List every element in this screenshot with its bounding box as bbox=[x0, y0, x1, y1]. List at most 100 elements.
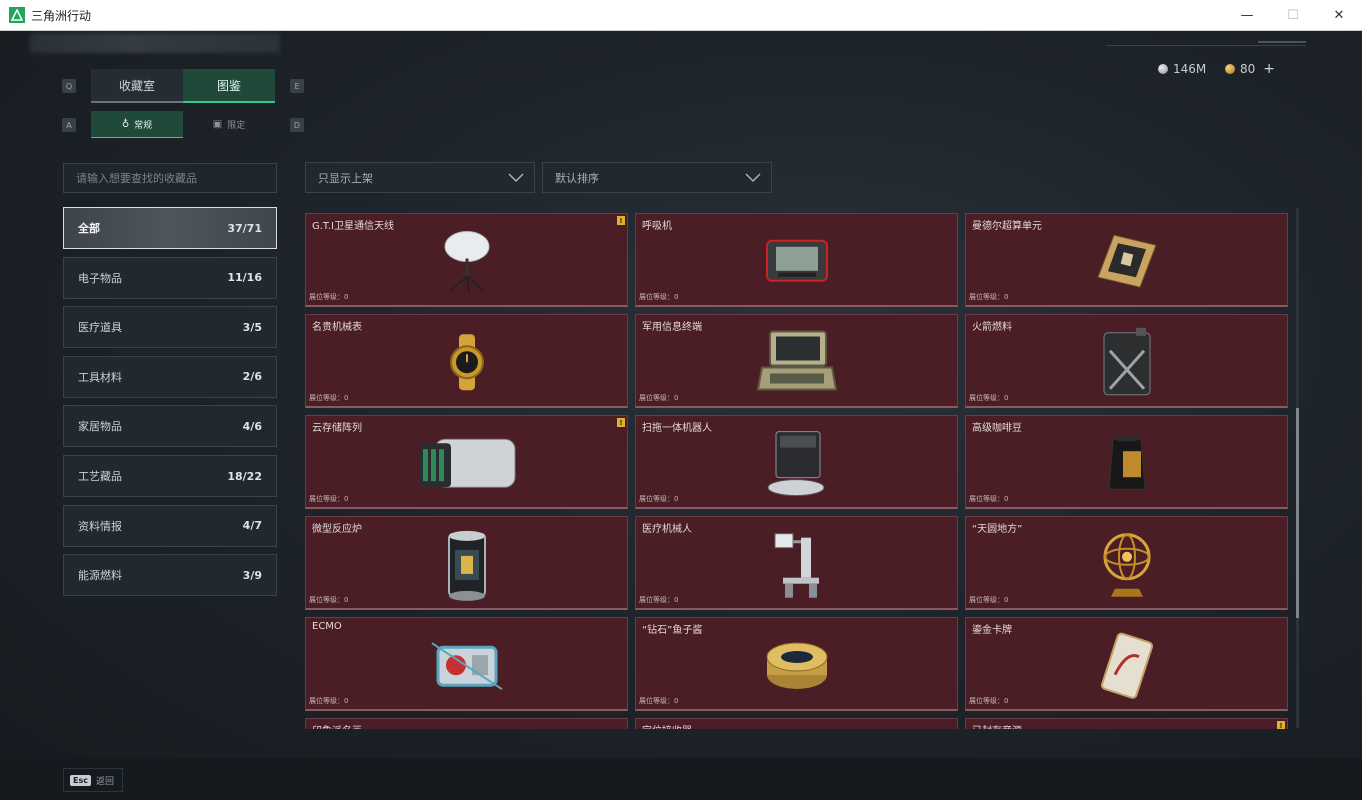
header-divider bbox=[1106, 45, 1306, 46]
collection-card[interactable]: 已封存音源!展位等级：0 bbox=[965, 718, 1288, 729]
category-item[interactable]: 医疗道具 3/5 bbox=[63, 306, 277, 349]
military-terminal-icon bbox=[756, 329, 838, 399]
sort-dropdown[interactable]: 默认排序 bbox=[542, 162, 772, 193]
collection-card[interactable]: 名贵机械表展位等级：0 bbox=[305, 314, 628, 408]
category-item[interactable]: 电子物品 11/16 bbox=[63, 256, 277, 299]
grid-scrollbar-thumb[interactable] bbox=[1296, 408, 1299, 618]
category-label: 工具材料 bbox=[78, 370, 122, 384]
collection-card[interactable]: 微型反应炉展位等级：0 bbox=[305, 516, 628, 610]
category-label: 电子物品 bbox=[78, 271, 122, 285]
booth-level: 展位等级：0 bbox=[309, 596, 349, 604]
collection-card[interactable]: ECMO 展位等级：0 bbox=[305, 617, 628, 711]
add-currency-button[interactable]: + bbox=[1263, 61, 1275, 77]
back-button[interactable]: Esc 返回 bbox=[63, 768, 123, 792]
category-count: 4/7 bbox=[242, 519, 262, 533]
collection-card[interactable]: 高级咖啡豆 展位等级：0 bbox=[965, 415, 1288, 509]
item-name: 微型反应炉 bbox=[312, 524, 362, 535]
collection-card[interactable]: 鎏金卡牌展位等级：0 bbox=[965, 617, 1288, 711]
coffee-bag-icon bbox=[1107, 433, 1147, 497]
item-name: G.T.I卫星通信天线 bbox=[312, 221, 394, 232]
category-label: 资料情报 bbox=[78, 519, 122, 533]
booth-level: 展位等级：0 bbox=[969, 293, 1009, 301]
category-count: 18/22 bbox=[227, 469, 262, 483]
booth-level: 展位等级：0 bbox=[969, 697, 1009, 705]
booth-level: 展位等级：0 bbox=[639, 293, 679, 301]
category-count: 4/6 bbox=[242, 419, 262, 433]
category-label: 家居物品 bbox=[78, 420, 122, 434]
item-name: 定位接收器 bbox=[642, 722, 692, 729]
close-button[interactable]: ✕ bbox=[1316, 0, 1362, 31]
category-item[interactable]: 全部 37/71 bbox=[63, 207, 277, 249]
category-item[interactable]: 家居物品 4/6 bbox=[63, 405, 277, 448]
image-icon: ▣ bbox=[212, 119, 223, 130]
warning-badge-icon: ! bbox=[1277, 721, 1285, 729]
collection-card[interactable]: 呼吸机展位等级：0 bbox=[635, 213, 958, 307]
reactor-icon bbox=[441, 527, 493, 605]
collection-card[interactable]: “天圆地方” 展位等级：0 bbox=[965, 516, 1288, 610]
booth-level: 展位等级：0 bbox=[309, 394, 349, 402]
item-name: 扫拖一体机器人 bbox=[642, 423, 712, 434]
item-name: “钻石”鱼子酱 bbox=[642, 625, 703, 636]
collection-card[interactable]: 军用信息终端 展位等级：0 bbox=[635, 314, 958, 408]
tab-catalog[interactable]: 图鉴 bbox=[183, 69, 275, 103]
minimize-button[interactable]: — bbox=[1224, 0, 1270, 31]
game-viewport: 146M 80 + Q E 收藏室 图鉴 A D ♁ 常规 ▣ 限定 只显示上架… bbox=[0, 31, 1362, 800]
chevron-down-icon bbox=[745, 172, 761, 182]
booth-level: 展位等级：0 bbox=[639, 495, 679, 503]
tab-collection-room[interactable]: 收藏室 bbox=[91, 69, 183, 103]
item-name: ECMO bbox=[312, 621, 342, 632]
ecmo-machine-icon bbox=[430, 635, 504, 699]
category-item[interactable]: 工具材料 2/6 bbox=[63, 355, 277, 398]
collection-card[interactable]: 医疗机械人 展位等级：0 bbox=[635, 516, 958, 610]
search-input[interactable] bbox=[63, 163, 277, 193]
caviar-tin-icon bbox=[764, 637, 830, 697]
blurred-header bbox=[30, 33, 280, 53]
category-count: 3/9 bbox=[242, 568, 262, 582]
esc-key-badge: Esc bbox=[70, 774, 91, 786]
currency-gold: 80 + bbox=[1225, 61, 1275, 77]
category-label: 能源燃料 bbox=[78, 569, 122, 583]
category-count: 2/6 bbox=[242, 370, 262, 384]
item-name: 曼德尔超算单元 bbox=[972, 221, 1042, 232]
item-name: 已封存音源 bbox=[972, 722, 1022, 729]
storage-array-icon bbox=[415, 433, 519, 497]
subtab-regular[interactable]: ♁ 常规 bbox=[91, 111, 183, 138]
category-label: 医疗道具 bbox=[78, 321, 122, 335]
header-accent bbox=[1258, 41, 1306, 43]
armillary-sphere-icon bbox=[1099, 528, 1155, 604]
category-item[interactable]: 能源燃料 3/9 bbox=[63, 554, 277, 597]
fuel-canister-icon bbox=[1098, 326, 1156, 402]
category-label: 全部 bbox=[78, 222, 100, 235]
item-name: 印象派名画 bbox=[312, 722, 362, 729]
collection-card[interactable]: 曼德尔超算单元 展位等级：0 bbox=[965, 213, 1288, 307]
item-name: 云存储阵列 bbox=[312, 423, 362, 434]
booth-level: 展位等级：0 bbox=[639, 596, 679, 604]
item-name: 名贵机械表 bbox=[312, 322, 362, 333]
item-name: 鎏金卡牌 bbox=[972, 625, 1012, 636]
keyhint-q: Q bbox=[62, 79, 76, 93]
collection-card[interactable]: 扫拖一体机器人 展位等级：0 bbox=[635, 415, 958, 509]
item-name: 呼吸机 bbox=[642, 221, 672, 232]
medical-robot-icon bbox=[771, 529, 823, 603]
currency-silver: 146M bbox=[1158, 61, 1206, 77]
booth-level: 展位等级：0 bbox=[969, 596, 1009, 604]
collection-card[interactable]: 云存储阵列! 展位等级：0 bbox=[305, 415, 628, 509]
collection-card[interactable]: “钻石”鱼子酱 展位等级：0 bbox=[635, 617, 958, 711]
sub-tabs: ♁ 常规 ▣ 限定 bbox=[91, 111, 275, 138]
shelf-filter-dropdown[interactable]: 只显示上架 bbox=[305, 162, 535, 193]
computing-unit-icon bbox=[1094, 231, 1160, 295]
keyhint-d: D bbox=[290, 118, 304, 132]
collection-card[interactable]: 火箭燃料 展位等级：0 bbox=[965, 314, 1288, 408]
booth-level: 展位等级：0 bbox=[639, 394, 679, 402]
booth-level: 展位等级：0 bbox=[969, 394, 1009, 402]
coin-gold-icon bbox=[1225, 64, 1235, 74]
collection-card[interactable]: 印象派名画展位等级：0 bbox=[305, 718, 628, 729]
collection-card[interactable]: 定位接收器展位等级：0 bbox=[635, 718, 958, 729]
collection-card[interactable]: G.T.I卫星通信天线! 展位等级：0 bbox=[305, 213, 628, 307]
maximize-button[interactable]: ☐ bbox=[1270, 0, 1316, 31]
subtab-limited[interactable]: ▣ 限定 bbox=[183, 111, 275, 138]
category-item[interactable]: 工艺藏品 18/22 bbox=[63, 455, 277, 497]
category-item[interactable]: 资料情报 4/7 bbox=[63, 504, 277, 547]
satellite-dish-icon bbox=[439, 228, 495, 298]
booth-level: 展位等级：0 bbox=[309, 293, 349, 301]
